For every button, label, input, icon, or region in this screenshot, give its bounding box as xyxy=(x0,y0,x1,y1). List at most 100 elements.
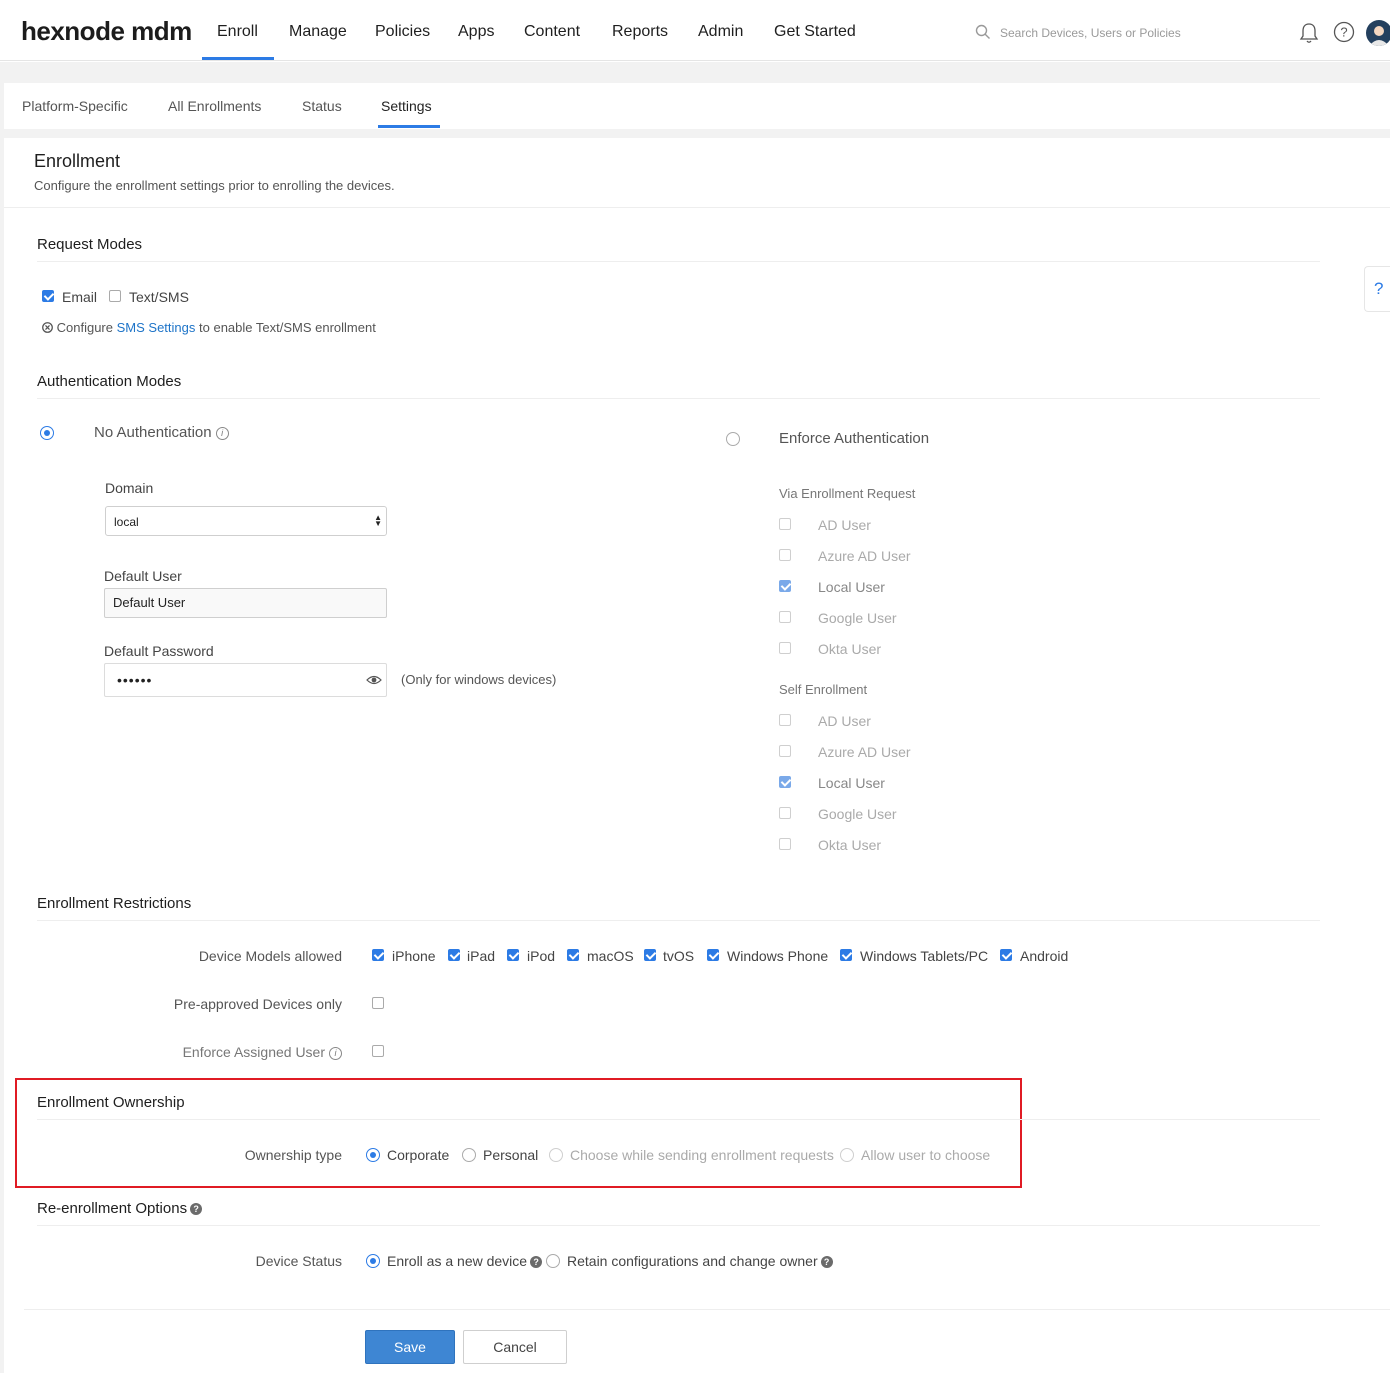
self-okta-user-checkbox[interactable] xyxy=(779,838,791,850)
domain-select[interactable]: local ▲ ▼ xyxy=(105,506,387,536)
tab-status[interactable]: Status xyxy=(302,98,342,114)
enroll-new-device-label: Enroll as a new device? xyxy=(387,1253,543,1269)
self-google-user-checkbox[interactable] xyxy=(779,807,791,819)
question-icon[interactable]: ? xyxy=(820,1256,833,1269)
via-okta-user-checkbox[interactable] xyxy=(779,642,791,654)
enforce-assigned-user-text: Enforce Assigned User xyxy=(182,1044,325,1060)
password-mask: •••••• xyxy=(117,672,153,688)
nav-manage[interactable]: Manage xyxy=(289,23,347,41)
app-logo[interactable]: hexnode mdm xyxy=(21,16,192,47)
sms-label: Text/SMS xyxy=(129,289,189,305)
svg-text:?: ? xyxy=(1340,25,1347,40)
self-ad-user-checkbox[interactable] xyxy=(779,714,791,726)
via-google-user-checkbox[interactable] xyxy=(779,611,791,623)
nav-reports[interactable]: Reports xyxy=(612,23,668,41)
nav-admin[interactable]: Admin xyxy=(698,23,743,41)
sms-checkbox[interactable] xyxy=(109,290,121,302)
eye-icon[interactable] xyxy=(366,674,382,686)
auth-modes-title: Authentication Modes xyxy=(37,373,182,390)
ownership-personal-radio[interactable] xyxy=(462,1148,476,1162)
enforce-auth-label: Enforce Authentication xyxy=(779,430,930,447)
ownership-title: Enrollment Ownership xyxy=(37,1094,185,1111)
side-help-tab[interactable]: ? xyxy=(1364,266,1390,312)
no-auth-label: No Authentication i xyxy=(94,424,229,441)
ownership-choose-while-sending-radio[interactable] xyxy=(549,1148,563,1162)
ownership-choose-while-sending-label: Choose while sending enrollment requests xyxy=(570,1147,834,1163)
ownership-allow-user-radio[interactable] xyxy=(840,1148,854,1162)
divider xyxy=(37,261,1320,262)
model-windows-phone-checkbox[interactable] xyxy=(707,949,719,961)
ownership-corporate-radio[interactable] xyxy=(366,1148,380,1162)
password-note: (Only for windows devices) xyxy=(401,672,557,687)
sms-settings-link[interactable]: SMS Settings xyxy=(117,320,196,335)
preapproved-checkbox[interactable] xyxy=(372,997,384,1009)
retain-config-radio[interactable] xyxy=(546,1254,560,1268)
preapproved-label: Pre-approved Devices only xyxy=(173,996,342,1012)
via-local-user-label: Local User xyxy=(818,579,885,595)
tab-all-enrollments[interactable]: All Enrollments xyxy=(168,98,261,114)
via-azure-ad-user-checkbox[interactable] xyxy=(779,549,791,561)
cancel-button[interactable]: Cancel xyxy=(463,1330,567,1364)
model-iphone-label: iPhone xyxy=(392,948,436,964)
ownership-type-label: Ownership type xyxy=(244,1147,342,1163)
no-auth-text: No Authentication xyxy=(94,424,212,441)
self-azure-ad-user-checkbox[interactable] xyxy=(779,745,791,757)
email-label: Email xyxy=(62,289,98,305)
self-okta-user-label: Okta User xyxy=(818,837,882,853)
self-ad-user-label: AD User xyxy=(818,713,871,729)
nav-active-indicator xyxy=(202,57,274,60)
enroll-new-device-text: Enroll as a new device xyxy=(387,1253,528,1269)
self-enrollment-title: Self Enrollment xyxy=(779,682,868,697)
enforce-auth-radio[interactable] xyxy=(726,432,740,446)
model-tvos-label: tvOS xyxy=(663,948,695,964)
model-windows-tablets-label: Windows Tablets/PC xyxy=(860,948,989,964)
search-icon xyxy=(975,24,990,39)
ownership-corporate-label: Corporate xyxy=(387,1147,450,1163)
via-google-user-label: Google User xyxy=(818,610,897,626)
device-status-label: Device Status xyxy=(255,1253,342,1269)
via-ad-user-checkbox[interactable] xyxy=(779,518,791,530)
self-local-user-checkbox[interactable] xyxy=(779,776,791,788)
self-azure-ad-user-label: Azure AD User xyxy=(818,744,911,760)
model-macos-checkbox[interactable] xyxy=(567,949,579,961)
question-icon[interactable]: ? xyxy=(530,1256,543,1269)
tab-platform-specific[interactable]: Platform-Specific xyxy=(22,98,128,114)
default-password-field[interactable]: •••••• xyxy=(104,663,387,697)
email-checkbox[interactable] xyxy=(42,290,54,302)
nav-content[interactable]: Content xyxy=(524,23,580,41)
help-icon[interactable]: ? xyxy=(1333,21,1355,43)
divider xyxy=(37,398,1320,399)
nav-get-started[interactable]: Get Started xyxy=(774,23,856,41)
page-description: Configure the enrollment settings prior … xyxy=(34,178,395,193)
page-title: Enrollment xyxy=(34,151,121,171)
bell-icon[interactable] xyxy=(1298,21,1320,45)
retain-config-text: Retain configurations and change owner xyxy=(567,1253,818,1269)
enforce-assigned-user-checkbox[interactable] xyxy=(372,1045,384,1057)
model-android-checkbox[interactable] xyxy=(1000,949,1012,961)
model-windows-tablets-checkbox[interactable] xyxy=(840,949,852,961)
nav-apps[interactable]: Apps xyxy=(458,23,494,41)
save-button[interactable]: Save xyxy=(365,1330,455,1364)
tab-settings[interactable]: Settings xyxy=(381,98,432,114)
via-local-user-checkbox[interactable] xyxy=(779,580,791,592)
no-auth-radio[interactable] xyxy=(40,426,54,440)
search-input[interactable] xyxy=(1000,24,1270,42)
model-iphone-checkbox[interactable] xyxy=(372,949,384,961)
enroll-new-device-radio[interactable] xyxy=(366,1254,380,1268)
question-icon[interactable]: ? xyxy=(190,1203,203,1216)
model-ipod-label: iPod xyxy=(527,948,556,964)
model-ipad-label: iPad xyxy=(467,948,496,964)
model-ipad-checkbox[interactable] xyxy=(448,949,460,961)
model-tvos-checkbox[interactable] xyxy=(644,949,656,961)
default-user-field[interactable]: Default User xyxy=(104,588,387,618)
info-icon[interactable]: i xyxy=(215,426,229,440)
nav-enroll[interactable]: Enroll xyxy=(217,23,258,41)
nav-policies[interactable]: Policies xyxy=(375,23,430,41)
model-ipod-checkbox[interactable] xyxy=(507,949,519,961)
restrictions-title: Enrollment Restrictions xyxy=(37,895,192,912)
reenroll-title: Re-enrollment Options? xyxy=(37,1200,203,1217)
avatar[interactable] xyxy=(1366,20,1390,46)
info-icon[interactable]: i xyxy=(329,1046,342,1060)
self-local-user-label: Local User xyxy=(818,775,885,791)
top-navbar: hexnode mdm Enroll Manage Policies Apps … xyxy=(0,0,1390,61)
